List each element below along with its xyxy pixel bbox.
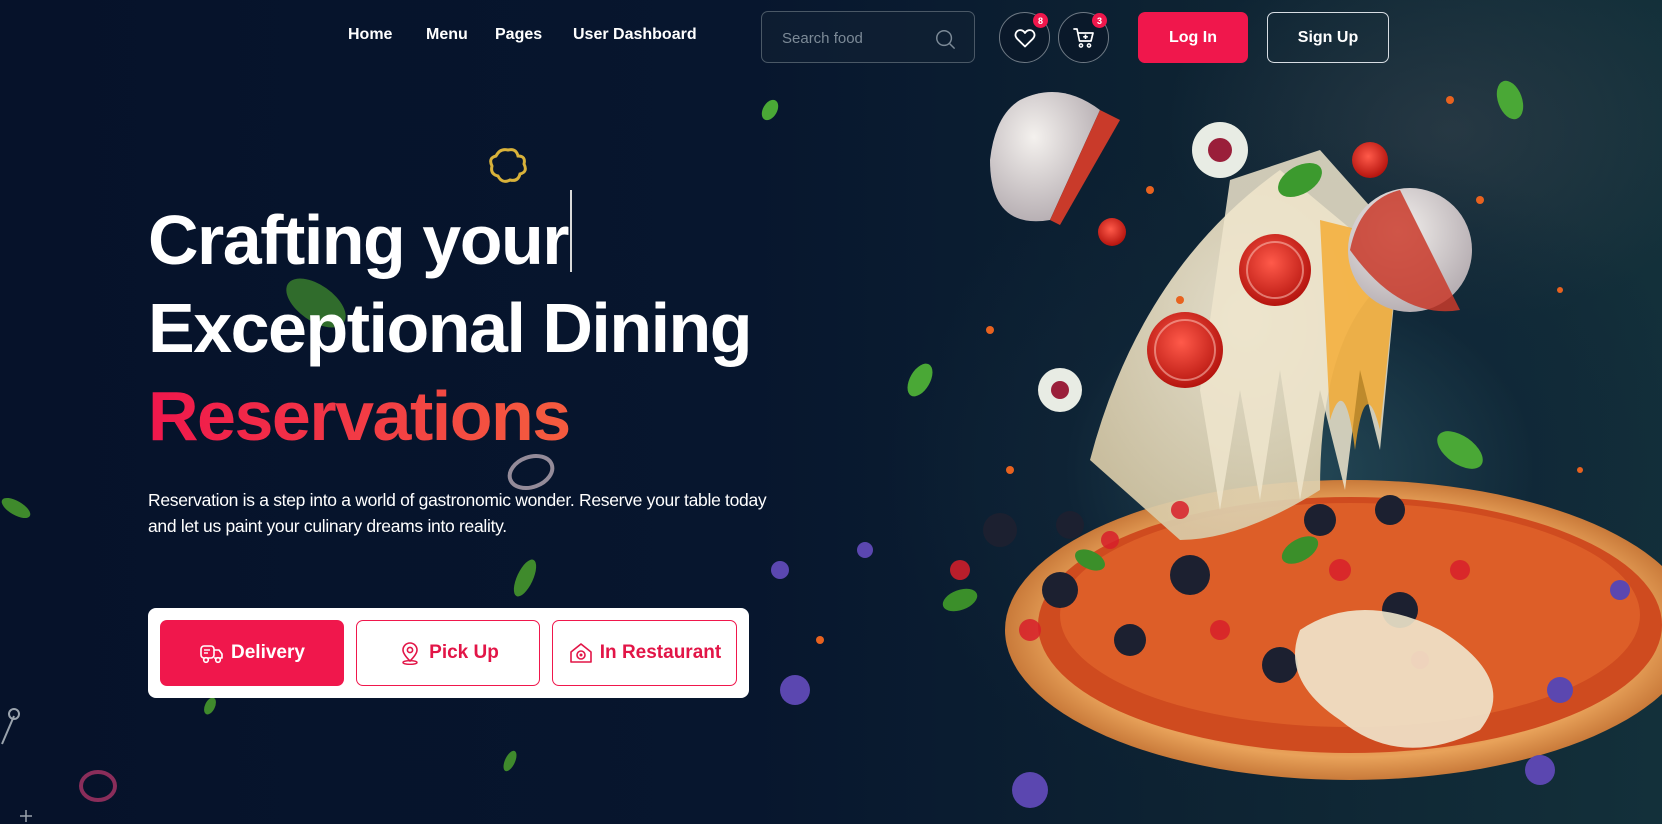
cart-count-badge: 3: [1092, 13, 1107, 28]
in-restaurant-option-label: In Restaurant: [599, 642, 722, 663]
wishlist-count-badge: 8: [1033, 13, 1048, 28]
text-cursor: [569, 190, 572, 272]
signup-button[interactable]: Sign Up: [1267, 12, 1389, 63]
search-input[interactable]: [782, 26, 932, 50]
hero-title-accent: Reservations: [148, 372, 788, 460]
pickup-option-label: Pick Up: [429, 642, 499, 663]
search-box: [761, 11, 975, 63]
hero-title-line-2: Exceptional Dining: [148, 289, 753, 367]
order-options-panel: Delivery Pick Up In Restaurant: [148, 608, 749, 698]
login-button[interactable]: Log In: [1138, 12, 1248, 63]
leaf-decoration: [1, 497, 31, 519]
hero-title: Crafting your Exceptional Dining Reserva…: [148, 190, 788, 460]
restaurant-icon: [569, 643, 592, 663]
location-pin-icon: [402, 642, 418, 666]
leaf-decoration: [513, 559, 537, 597]
nav-link-pages[interactable]: Pages: [495, 26, 542, 44]
sparkle-decoration: [20, 810, 32, 822]
flower-decoration: [489, 148, 527, 183]
nav-link-menu[interactable]: Menu: [426, 26, 468, 44]
cart-button[interactable]: 3: [1058, 12, 1109, 63]
delivery-option-label: Delivery: [231, 642, 305, 663]
nav-link-user-dashboard[interactable]: User Dashboard: [573, 26, 697, 44]
hero-title-line-1: Crafting your: [148, 201, 569, 279]
hero-section: Home Menu Pages User Dashboard 8 3 Log I…: [0, 0, 1662, 824]
cart-icon: [1073, 28, 1094, 48]
pickup-option-button[interactable]: Pick Up: [356, 620, 540, 686]
in-restaurant-option-button[interactable]: In Restaurant: [552, 620, 737, 686]
pizza-hero-image: [761, 80, 1662, 808]
delivery-truck-icon: [200, 645, 223, 664]
search-icon[interactable]: [934, 28, 956, 50]
sprig-decoration: [1, 708, 20, 745]
hero-description: Reservation is a step into a world of ga…: [148, 490, 767, 536]
leaf-decoration: [204, 697, 216, 715]
hero-title-line: Crafting your: [148, 190, 788, 284]
nav-link-home[interactable]: Home: [348, 26, 392, 44]
heart-icon: [1014, 29, 1036, 48]
leaf-decoration: [503, 750, 517, 772]
ring-decoration: [79, 770, 117, 802]
wishlist-button[interactable]: 8: [999, 12, 1050, 63]
delivery-option-button[interactable]: Delivery: [160, 620, 344, 686]
